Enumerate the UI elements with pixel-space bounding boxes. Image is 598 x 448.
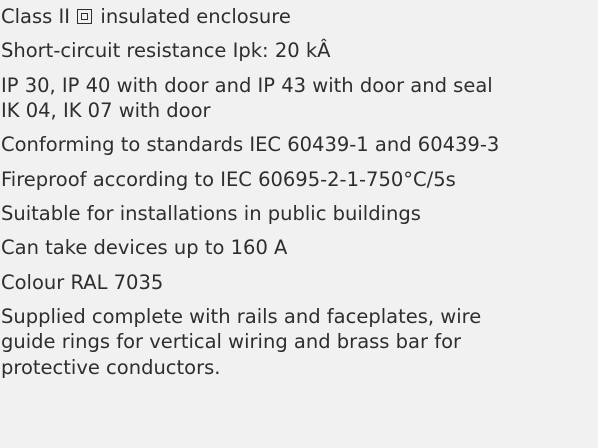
- supplied-line-2: guide rings for vertical wiring and bras…: [1, 330, 462, 354]
- supplied-line-1: Supplied complete with rails and facepla…: [1, 305, 482, 329]
- spec-public-buildings: Suitable for installations in public bui…: [1, 202, 421, 226]
- specification-list: Class II insulated enclosure Short-circu…: [0, 4, 598, 380]
- class-label: Class II: [1, 5, 71, 28]
- supplied-line-3: protective conductors.: [1, 355, 221, 379]
- spec-colour: Colour RAL 7035: [1, 270, 164, 294]
- spec-supplied-items: Supplied complete with rails and facepla…: [0, 304, 598, 380]
- spec-ip-rating: IP 30, IP 40 with door and IP 43 with do…: [1, 73, 493, 97]
- spec-class-insulation: Class II insulated enclosure: [0, 4, 598, 29]
- spec-ik-rating: IK 04, IK 07 with door: [1, 99, 211, 123]
- class-ii-icon: [77, 9, 93, 24]
- spec-device-capacity: Can take devices up to 160 A: [1, 236, 288, 260]
- spec-standards: Conforming to standards IEC 60439-1 and …: [1, 133, 500, 157]
- spec-fireproof: Fireproof according to IEC 60695-2-1-750…: [1, 167, 456, 191]
- class-description: insulated enclosure: [100, 5, 291, 28]
- spec-short-circuit: Short-circuit resistance Ipk: 20 kÂ: [1, 39, 331, 63]
